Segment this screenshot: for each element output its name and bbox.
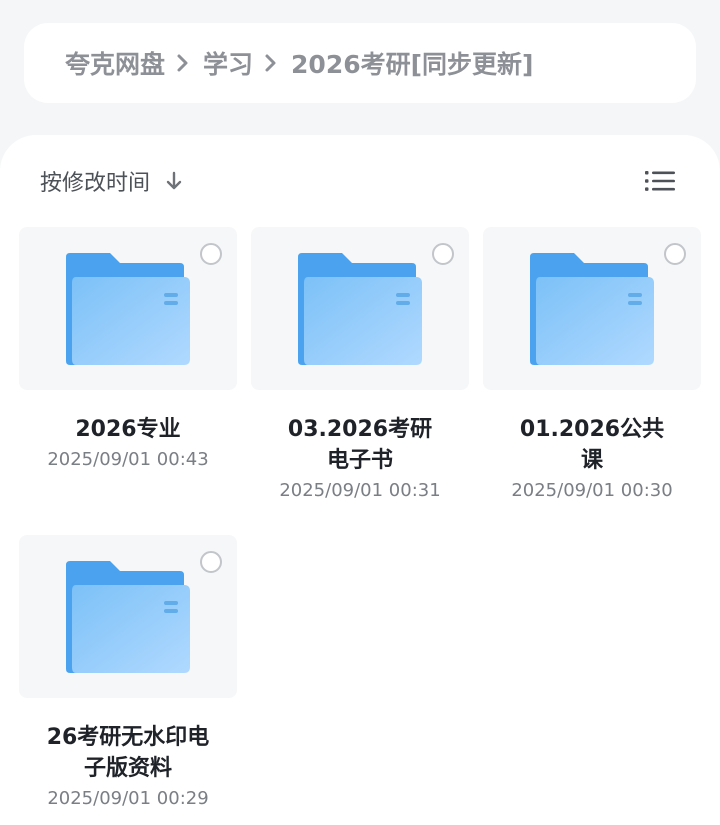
- file-date: 2025/09/01 00:31: [279, 480, 441, 501]
- file-name: 01.2026公共课: [519, 417, 665, 473]
- select-checkbox[interactable]: [664, 243, 686, 265]
- file-card[interactable]: 01.2026公共课 2025/09/01 00:30: [483, 227, 701, 504]
- file-thumbnail[interactable]: [483, 227, 701, 390]
- folder-icon: [530, 253, 654, 365]
- breadcrumb-item-study[interactable]: 学习: [203, 45, 253, 81]
- folder-icon: [66, 253, 190, 365]
- file-thumbnail[interactable]: [19, 227, 237, 390]
- select-checkbox[interactable]: [200, 551, 222, 573]
- select-checkbox[interactable]: [432, 243, 454, 265]
- arrow-down-icon: [162, 169, 186, 193]
- breadcrumb-item-root[interactable]: 夸克网盘: [65, 45, 165, 81]
- file-panel: 按修改时间 2026专业 2025/09/01 00:43 03.2026考研电…: [0, 135, 720, 825]
- file-thumbnail[interactable]: [251, 227, 469, 390]
- file-card[interactable]: 2026专业 2025/09/01 00:43: [19, 227, 237, 473]
- file-name: 2026专业: [75, 417, 181, 442]
- select-checkbox[interactable]: [200, 243, 222, 265]
- sort-button[interactable]: 按修改时间: [40, 165, 186, 197]
- chevron-right-icon: [258, 50, 284, 76]
- file-date: 2025/09/01 00:43: [47, 449, 209, 470]
- breadcrumb-item-current: 2026考研[同步更新]: [291, 50, 534, 79]
- file-date: 2025/09/01 00:29: [47, 788, 209, 809]
- list-view-icon[interactable]: [644, 165, 676, 197]
- sort-label: 按修改时间: [40, 171, 151, 196]
- chevron-right-icon: [170, 50, 196, 76]
- file-name: 26考研无水印电子版资料: [46, 725, 210, 781]
- folder-icon: [66, 561, 190, 673]
- file-card[interactable]: 26考研无水印电子版资料 2025/09/01 00:29: [19, 535, 237, 812]
- file-card[interactable]: 03.2026考研电子书 2025/09/01 00:31: [251, 227, 469, 504]
- breadcrumb: 夸克网盘 学习 2026考研[同步更新]: [24, 23, 696, 103]
- file-date: 2025/09/01 00:30: [511, 480, 673, 501]
- file-name: 03.2026考研电子书: [287, 417, 433, 473]
- folder-icon: [298, 253, 422, 365]
- file-thumbnail[interactable]: [19, 535, 237, 698]
